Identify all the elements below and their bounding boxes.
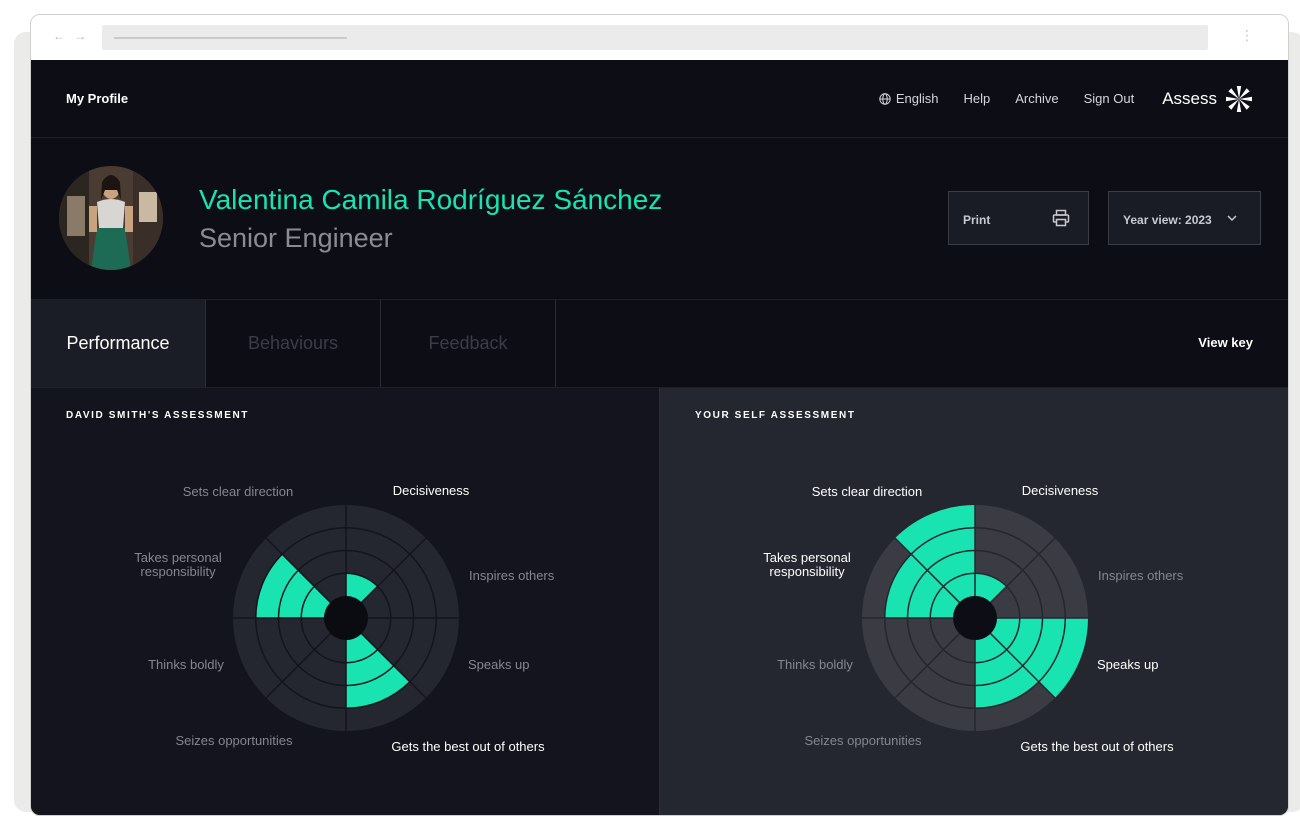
category-label: Takes personal responsibility [134, 550, 222, 579]
category-label: Seizes opportunities [804, 733, 922, 748]
tab-bar: Performance Behaviours Feedback View key [31, 300, 1288, 388]
my-profile-link[interactable]: My Profile [66, 91, 128, 106]
top-nav-links: English Help Archive Sign Out Assess [854, 60, 1253, 137]
category-label: Seizes opportunities [175, 733, 293, 748]
year-view-label: Year view: 2023 [1123, 213, 1212, 227]
view-key-link[interactable]: View key [1198, 335, 1253, 350]
category-label: Inspires others [1098, 568, 1184, 583]
tab-feedback[interactable]: Feedback [381, 300, 556, 387]
category-label: Speaks up [1097, 657, 1158, 672]
assessment-panels: DAVID SMITH'S ASSESSMENT Decisiveness Ins… [31, 388, 1288, 815]
category-label-line: Takes personal [763, 550, 851, 565]
brand-logo-icon [1226, 85, 1252, 112]
category-label: Inspires others [469, 568, 555, 583]
avatar-photo [59, 166, 163, 270]
category-label-line: Takes personal [134, 550, 222, 565]
print-button[interactable]: Print [948, 191, 1089, 245]
browser-window: ← → ⋮ My Profile English Help Archive Si… [30, 14, 1289, 816]
tab-behaviours[interactable]: Behaviours [206, 300, 381, 387]
print-button-label: Print [963, 213, 991, 227]
help-link[interactable]: Help [964, 91, 991, 106]
app: My Profile English Help Archive Sign Out… [31, 60, 1288, 815]
category-label: Thinks boldly [777, 657, 853, 672]
category-label: Sets clear direction [183, 484, 294, 499]
profile-header: Valentina Camila Rodríguez Sánchez Senio… [31, 138, 1288, 300]
tab-performance[interactable]: Performance [31, 300, 206, 387]
printer-icon [1052, 209, 1070, 227]
employee-role: Senior Engineer [199, 223, 393, 253]
brand[interactable]: Assess [1162, 85, 1253, 113]
manager-assessment-panel: DAVID SMITH'S ASSESSMENT Decisiveness Ins… [31, 388, 659, 815]
browser-menu-icon[interactable]: ⋮ [1240, 27, 1254, 44]
sign-out-link[interactable]: Sign Out [1084, 91, 1135, 106]
top-nav: My Profile English Help Archive Sign Out… [31, 60, 1288, 138]
archive-link[interactable]: Archive [1015, 91, 1058, 106]
address-placeholder [114, 37, 347, 39]
category-label: Gets the best out of others [1020, 739, 1174, 754]
brand-name: Assess [1162, 88, 1217, 108]
self-assessment-panel: YOUR SELF ASSESSMENT Decisiveness Inspire… [660, 388, 1288, 815]
category-label: Decisiveness [393, 483, 470, 498]
category-label-line: responsibility [769, 564, 845, 579]
address-bar[interactable] [102, 25, 1208, 50]
category-label: Gets the best out of others [391, 739, 545, 754]
globe-icon [879, 92, 891, 105]
category-label: Takes personal responsibility [763, 550, 851, 579]
employee-name: Valentina Camila Rodríguez Sánchez [199, 184, 663, 215]
category-label: Thinks boldly [148, 657, 224, 672]
category-label: Sets clear direction [812, 484, 923, 499]
browser-chrome: ← → ⋮ [31, 15, 1288, 60]
wheel-hub [324, 596, 368, 640]
self-radial-chart: Decisiveness Inspires others Speaks up Gets… [763, 483, 1184, 754]
year-view-dropdown[interactable]: Year view: 2023 [1108, 191, 1261, 245]
language-label: English [895, 91, 939, 106]
language-selector[interactable]: English [879, 91, 939, 106]
avatar [59, 166, 163, 270]
chevron-down-icon [1227, 215, 1237, 222]
manager-radial-chart: Decisiveness Inspires others Speaks up Gets… [134, 483, 555, 754]
category-label-line: responsibility [140, 564, 216, 579]
wheel-hub [953, 596, 997, 640]
browser-nav-arrows-icon[interactable]: ← → [53, 29, 89, 43]
category-label: Decisiveness [1022, 483, 1099, 498]
category-label: Speaks up [468, 657, 529, 672]
